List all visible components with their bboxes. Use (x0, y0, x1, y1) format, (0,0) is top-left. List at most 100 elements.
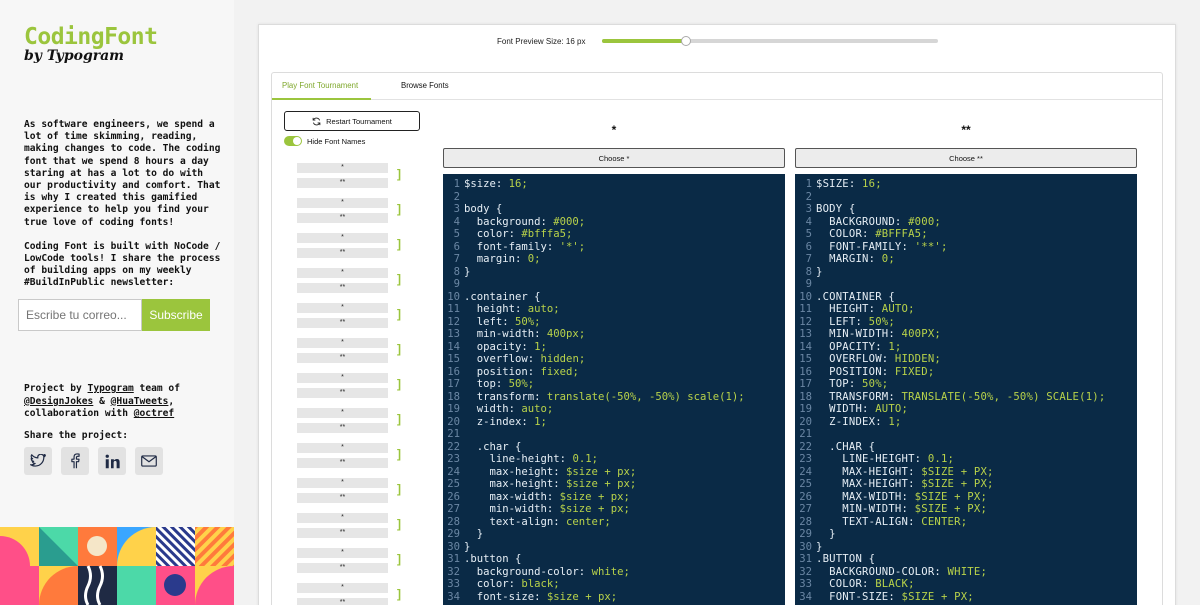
code-line: 28 text-align: center; (795, 516, 1137, 529)
code-line: 20 z-index: 1; (443, 416, 785, 429)
code-line: 32 background-color: white; (443, 566, 785, 579)
about-paragraph-1: As software engineers, we spend a lot of… (24, 119, 221, 228)
code-text: max-height: $size + px; (464, 478, 637, 490)
twitter-share-button[interactable] (24, 447, 52, 475)
email-share-button[interactable] (135, 447, 163, 475)
bracket-slot: * (297, 338, 388, 348)
line-number: 10 (447, 290, 460, 303)
choose-left-button[interactable]: Choose * (443, 148, 785, 168)
line-number: 3 (453, 203, 460, 215)
code-text: $size: 16; (816, 178, 882, 190)
bracket-slot: ** (297, 458, 388, 468)
code-line: 11 height: auto; (795, 303, 1137, 316)
restart-tournament-button[interactable]: Restart Tournament (284, 111, 420, 131)
code-line: 3 body { (443, 203, 785, 216)
bracket-connector: ] (397, 587, 401, 601)
bracket-match: * **] (297, 371, 407, 406)
code-text: min-width: 400px; (816, 328, 941, 340)
bracket-slot: * (297, 303, 388, 313)
hide-font-names-toggle[interactable] (284, 136, 302, 146)
line-number: 8 (805, 265, 812, 278)
code-line: 12 left: 50%; (795, 316, 1137, 329)
code-line: 2 (795, 191, 1137, 204)
email-input[interactable] (18, 299, 142, 331)
facebook-icon (71, 453, 80, 469)
code-preview-left: 1 $size: 16; 2 3 body {4 background: #000; 5 … (443, 174, 785, 605)
code-text: .char { (816, 440, 876, 453)
subscribe-button[interactable]: Subscribe (142, 299, 210, 331)
code-line: 5 color: #bfffa5; (795, 228, 1137, 241)
code-text: color: black; (464, 578, 560, 590)
code-text: body { (816, 203, 856, 215)
credits-amp: & (93, 395, 111, 407)
line-number: 28 (447, 515, 460, 528)
code-text: } (816, 540, 823, 553)
line-number: 20 (447, 415, 460, 428)
bracket-connector: ] (397, 412, 401, 426)
line-number: 2 (453, 190, 460, 203)
code-text: background: #000; (464, 215, 586, 228)
code-text: min-width: $size + px; (816, 503, 988, 515)
line-number: 20 (799, 415, 812, 428)
line-number: 14 (799, 340, 812, 353)
refresh-icon (312, 117, 321, 125)
octref-link[interactable]: @octref (134, 408, 174, 419)
bracket-slot: * (297, 513, 388, 523)
line-number: 8 (453, 265, 460, 278)
line-number: 34 (799, 590, 812, 603)
preview-size-slider[interactable] (602, 36, 938, 46)
restart-label: Restart Tournament (326, 116, 392, 126)
bracket-slot: ** (297, 598, 388, 605)
line-number: 13 (447, 328, 460, 340)
code-text: } (816, 265, 823, 278)
linkedin-share-button[interactable] (98, 447, 126, 475)
code-text: font-size: $size + px; (464, 590, 618, 603)
line-number: 7 (805, 253, 812, 265)
code-line: 12 left: 50%; (443, 316, 785, 329)
code-line: 7 margin: 0; (443, 253, 785, 266)
tab-browse-fonts[interactable]: Browse Fonts (401, 81, 449, 90)
credits-collab: collaboration with (24, 408, 134, 420)
choose-right-button[interactable]: Choose ** (795, 148, 1137, 168)
designjokes-link[interactable]: @DesignJokes (24, 396, 93, 407)
brand-logo[interactable]: CodingFont (24, 24, 158, 50)
line-number: 19 (799, 403, 812, 415)
code-text: } (816, 528, 836, 540)
linkedin-icon (105, 454, 120, 468)
line-number: 27 (799, 503, 812, 515)
line-number: 30 (447, 540, 460, 553)
code-text: z-index: 1; (816, 415, 902, 428)
code-text: margin: 0; (816, 253, 895, 265)
line-number: 31 (799, 553, 812, 565)
bracket-slot: * (297, 198, 388, 208)
code-text: min-width: 400px; (464, 328, 586, 340)
code-text: color: #bfffa5; (464, 228, 573, 240)
code-line: 8} (443, 266, 785, 279)
line-number: 6 (805, 240, 812, 253)
code-text: margin: 0; (464, 253, 541, 265)
bracket-match: * **] (297, 546, 407, 581)
typogram-link[interactable]: Typogram (88, 383, 134, 394)
code-text: .container { (816, 290, 895, 303)
line-number: 12 (799, 315, 812, 328)
tab-play-font-tournament[interactable]: Play Font Tournament (282, 81, 358, 90)
bracket-slot: * (297, 268, 388, 278)
code-line: 6 font-family: '**'; (795, 241, 1137, 254)
bracket-match: * **] (297, 266, 407, 301)
bracket-match: * **] (297, 161, 407, 196)
slider-thumb[interactable] (681, 36, 691, 46)
credits-team: team of (133, 383, 180, 394)
huatweets-link[interactable]: @HuaTweets (111, 396, 169, 407)
line-number: 25 (799, 478, 812, 490)
about-paragraph-2: Coding Font is built with NoCode / LowCo… (24, 240, 221, 289)
active-tab-indicator (272, 98, 371, 100)
bracket-slot: ** (297, 353, 388, 363)
line-number: 32 (447, 565, 460, 578)
code-line: 27 min-width: $size + px; (443, 503, 785, 516)
code-text: font-family: '*'; (464, 240, 586, 253)
code-text: font-family: '**'; (816, 240, 948, 253)
code-line: 15 overflow: hidden; (443, 353, 785, 366)
code-text: position: fixed; (816, 365, 935, 378)
facebook-share-button[interactable] (61, 447, 89, 475)
code-text: color: #bfffa5; (816, 228, 928, 240)
